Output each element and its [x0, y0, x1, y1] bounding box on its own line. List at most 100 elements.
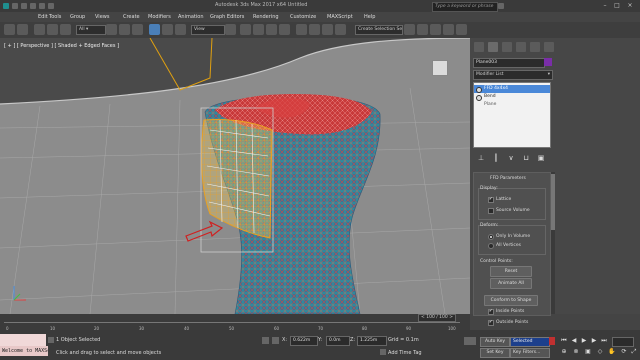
undo-tool-icon[interactable] — [4, 24, 15, 35]
only-in-volume-radio[interactable] — [488, 234, 494, 240]
display-tab-icon[interactable] — [530, 42, 540, 52]
close-button[interactable]: × — [625, 2, 635, 10]
viewport-label[interactable]: [ + ] [ Perspective ] [ Shaded + Edged F… — [4, 43, 119, 49]
z-coordinate-field[interactable]: 1.225m — [357, 336, 387, 346]
conform-to-shape-button[interactable]: Conform to Shape — [484, 295, 538, 306]
menu-help[interactable]: Help — [364, 14, 375, 20]
scrollbar-thumb[interactable] — [551, 174, 555, 230]
maximize-button[interactable]: □ — [612, 2, 622, 10]
object-name-field[interactable]: Plane003 — [473, 58, 545, 68]
new-file-icon[interactable] — [12, 3, 18, 9]
key-selection-dropdown[interactable]: Selected — [510, 337, 550, 347]
open-file-icon[interactable] — [21, 3, 27, 9]
menu-graph-editors[interactable]: Graph Editors — [210, 14, 244, 20]
angle-snap-icon[interactable] — [253, 24, 264, 35]
time-slider[interactable]: < 100 / 100 > — [418, 314, 456, 322]
reference-coordinate-dropdown[interactable]: View — [191, 25, 225, 35]
redo-icon[interactable] — [48, 3, 54, 9]
save-file-icon[interactable] — [30, 3, 36, 9]
remove-modifier-icon[interactable]: ⊔ — [522, 154, 530, 162]
selection-filter-dropdown[interactable]: All ▾ — [76, 25, 106, 35]
stack-item-bend[interactable]: Bend — [474, 93, 550, 101]
time-tag-icon[interactable] — [380, 349, 386, 355]
animate-all-button[interactable]: Animate All — [490, 278, 532, 289]
search-icon[interactable] — [498, 3, 504, 9]
select-by-name-icon[interactable] — [119, 24, 130, 35]
minimize-button[interactable]: – — [600, 2, 610, 10]
menu-maxscript[interactable]: MAXScript — [327, 14, 353, 20]
curve-editor-icon[interactable] — [404, 24, 415, 35]
previous-frame-icon[interactable]: ◀ — [570, 337, 578, 345]
auto-key-button[interactable]: Auto Key — [480, 337, 510, 347]
orbit-icon[interactable]: ⟳ — [620, 348, 628, 356]
spinner-snap-icon[interactable] — [279, 24, 290, 35]
unlink-icon[interactable] — [47, 24, 58, 35]
show-end-result-icon[interactable]: ┃ — [492, 154, 500, 162]
set-keys-icon[interactable] — [549, 337, 555, 345]
menu-rendering[interactable]: Rendering — [253, 14, 279, 20]
current-frame-field[interactable] — [612, 337, 634, 347]
maxscript-listener[interactable]: Welcome to MAXScript. — [0, 346, 48, 356]
maxscript-listener-output[interactable] — [0, 334, 46, 346]
stack-item-plane[interactable]: Plane — [474, 101, 550, 109]
modifier-stack[interactable]: FFD 4x4x4 Bend Plane — [473, 82, 551, 148]
material-editor-icon[interactable] — [430, 24, 441, 35]
zoom-all-icon[interactable]: ⊗ — [572, 348, 580, 356]
pin-stack-icon[interactable]: ⊥ — [477, 154, 485, 162]
selection-lock-icon[interactable] — [48, 337, 54, 343]
modify-tab-icon[interactable] — [488, 42, 498, 52]
y-coordinate-field[interactable]: 0.0m — [326, 336, 350, 346]
menu-edit[interactable]: Edit — [38, 14, 48, 20]
stack-item-ffd[interactable]: FFD 4x4x4 — [474, 85, 550, 93]
x-coordinate-field[interactable]: 0.622m — [290, 336, 318, 346]
menu-animation[interactable]: Animation — [178, 14, 204, 20]
menu-group[interactable]: Group — [70, 14, 85, 20]
menu-tools[interactable]: Tools — [49, 14, 61, 20]
snaps-toggle-icon[interactable] — [240, 24, 251, 35]
named-selection-sets-dropdown[interactable]: Create Selection Se — [355, 25, 403, 35]
add-time-tag-button[interactable]: Add Time Tag — [388, 350, 422, 356]
mirror-icon[interactable] — [296, 24, 307, 35]
graphite-toggle-icon[interactable] — [335, 24, 346, 35]
render-setup-icon[interactable] — [443, 24, 454, 35]
utilities-tab-icon[interactable] — [544, 42, 554, 52]
perspective-viewport[interactable] — [0, 38, 470, 314]
configure-sets-icon[interactable]: ▣ — [537, 154, 545, 162]
set-key-button[interactable]: Set Key — [480, 348, 510, 358]
link-icon[interactable] — [34, 24, 45, 35]
play-icon[interactable]: ▶ — [580, 337, 588, 345]
align-icon[interactable] — [309, 24, 320, 35]
outside-points-checkbox[interactable] — [488, 319, 494, 326]
go-to-end-icon[interactable]: ⏭ — [600, 337, 608, 345]
search-input[interactable]: Type a keyword or phrase — [432, 2, 498, 12]
app-logo-icon[interactable] — [3, 3, 9, 9]
render-frame-icon[interactable] — [456, 24, 467, 35]
inside-points-checkbox[interactable] — [488, 308, 494, 315]
source-volume-checkbox[interactable] — [488, 208, 494, 214]
hierarchy-tab-icon[interactable] — [502, 42, 512, 52]
menu-views[interactable]: Views — [95, 14, 109, 20]
select-object-icon[interactable] — [106, 24, 117, 35]
go-to-start-icon[interactable]: ⏮ — [560, 337, 568, 345]
field-of-view-icon[interactable]: ◇ — [596, 348, 604, 356]
object-color-swatch[interactable] — [544, 58, 552, 66]
schematic-view-icon[interactable] — [417, 24, 428, 35]
menu-create[interactable]: Create — [123, 14, 140, 20]
rect-selection-icon[interactable] — [132, 24, 143, 35]
reset-button[interactable]: Reset — [490, 266, 532, 277]
motion-tab-icon[interactable] — [516, 42, 526, 52]
pan-icon[interactable]: ✋ — [608, 348, 616, 356]
key-mode-icon[interactable] — [464, 337, 476, 345]
maximize-viewport-icon[interactable]: ⤢ — [630, 348, 638, 356]
next-frame-icon[interactable]: ▶ — [590, 337, 598, 345]
select-scale-icon[interactable] — [175, 24, 186, 35]
layer-explorer-icon[interactable] — [322, 24, 333, 35]
undo-icon[interactable] — [39, 3, 45, 9]
select-move-icon[interactable] — [149, 24, 160, 35]
bind-space-warp-icon[interactable] — [60, 24, 71, 35]
absolute-mode-icon[interactable] — [272, 337, 279, 344]
lock-icon[interactable] — [262, 337, 269, 344]
create-tab-icon[interactable] — [474, 42, 484, 52]
zoom-extents-icon[interactable]: ▣ — [584, 348, 592, 356]
rollout-title[interactable]: FFD Parameters — [490, 176, 526, 181]
